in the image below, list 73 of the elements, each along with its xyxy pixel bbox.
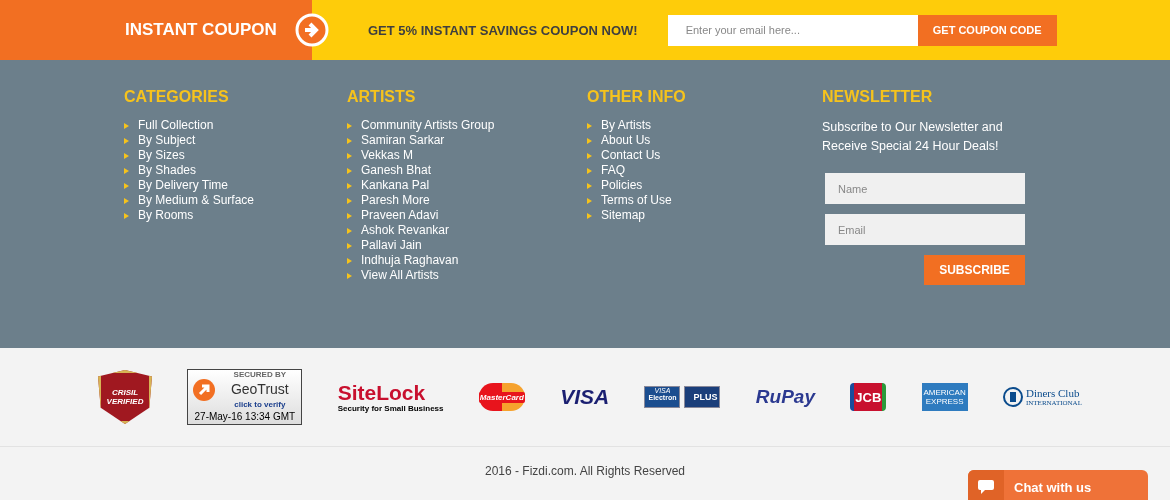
footer-link[interactable]: Ashok Revankar [347,223,587,238]
footer-link[interactable]: Praveen Adavi [347,208,587,223]
column-heading: OTHER INFO [587,88,687,106]
footer-link[interactable]: By Rooms [124,208,347,223]
name-field[interactable]: Name [825,173,1025,204]
bullet-icon [587,197,592,204]
column-heading: CATEGORIES [124,88,230,106]
bullet-icon [124,167,129,174]
footer-link[interactable]: Policies [587,178,822,193]
footer-link[interactable]: Ganesh Bhat [347,163,587,178]
sitelock-logo: SiteLock Security for Small Business [337,381,444,413]
footer-link[interactable]: Full Collection [124,118,347,133]
footer-link[interactable]: Community Artists Group [347,118,587,133]
footer-link[interactable]: FAQ [587,163,822,178]
crisil-verified-badge: CRISIL VERIFIED [98,370,152,424]
bullet-icon [587,152,592,159]
footer-link[interactable]: Terms of Use [587,193,822,208]
bullet-icon [347,257,352,264]
footer-link[interactable]: View All Artists [347,268,587,283]
chat-bubble-icon [977,479,995,495]
bullet-icon [587,212,592,219]
bullet-icon [347,197,352,204]
coupon-title: INSTANT COUPON [125,20,277,40]
bullet-icon [587,182,592,189]
bullet-icon [587,167,592,174]
column-heading: ARTISTS [347,88,417,106]
bullet-icon [347,242,352,249]
footer-link[interactable]: Vekkas M [347,148,587,163]
footer-link[interactable]: Kankana Pal [347,178,587,193]
bullet-icon [347,272,352,279]
footer-link[interactable]: By Artists [587,118,822,133]
coupon-offer: GET 5% INSTANT SAVINGS COUPON NOW! [368,22,638,38]
email-field[interactable]: Enter your email here... [667,14,918,46]
footer-link[interactable]: Samiran Sarkar [347,133,587,148]
footer-link[interactable]: By Subject [124,133,347,148]
bullet-icon [587,137,592,144]
bullet-icon [347,212,352,219]
jcb-logo: JCB [850,383,887,411]
mastercard-logo: MasterCard [478,383,525,411]
bullet-icon [347,137,352,144]
bullet-icon [347,227,352,234]
footer-link[interactable]: By Medium & Surface [124,193,347,208]
bullet-icon [124,182,129,189]
bullet-icon [347,152,352,159]
chat-button[interactable]: Chat with us [968,470,1148,500]
footer-link[interactable]: By Delivery Time [124,178,347,193]
bullet-icon [124,122,129,129]
bullet-icon [347,182,352,189]
geotrust-seal[interactable]: SECURED BY GeoTrust click to verify 27-May-16 13:34 GMT [187,369,303,425]
newsletter-text: Subscribe to Our Newsletter and Receive Special 24 Hour Deals! [822,119,1004,155]
footer-link[interactable]: About Us [587,133,822,148]
newsletter-heading: NEWSLETTER [822,88,934,106]
footer-link[interactable]: Sitemap [587,208,822,223]
bullet-icon [124,197,129,204]
bullet-icon [587,122,592,129]
footer-link[interactable]: By Shades [124,163,347,178]
bullet-icon [124,212,129,219]
bullet-icon [347,122,352,129]
footer-link[interactable]: Pallavi Jain [347,238,587,253]
footer-link[interactable]: Indhuja Raghavan [347,253,587,268]
footer-link[interactable]: Contact Us [587,148,822,163]
get-coupon-button[interactable]: GET COUPON CODE [917,14,1057,46]
subscribe-button[interactable]: SUBSCRIBE [924,255,1025,285]
email-field[interactable]: Email [825,214,1025,245]
american-express-logo: AMERICAN EXPRESS [921,383,968,411]
bullet-icon [124,152,129,159]
footer-link[interactable]: Paresh More [347,193,587,208]
bullet-icon [124,137,129,144]
bullet-icon [347,167,352,174]
visa-logo: VISA [560,385,610,409]
rupay-logo: RuPay [755,386,815,408]
footer-link[interactable]: By Sizes [124,148,347,163]
copyright-text: 2016 - Fizdi.com. All Rights Reserved [483,463,687,478]
